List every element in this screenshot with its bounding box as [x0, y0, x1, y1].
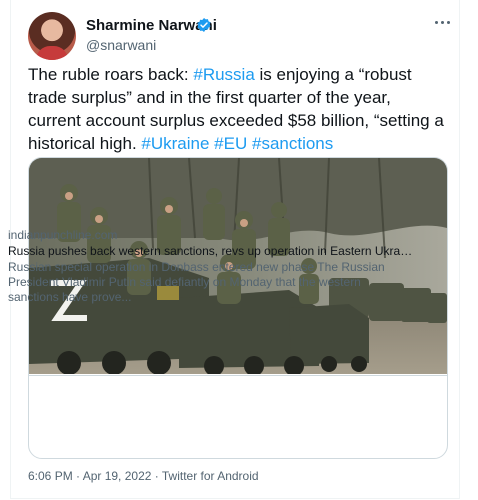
- hashtag-link[interactable]: #Ukraine: [141, 134, 209, 153]
- card-description[interactable]: Russian special operation in Donbass ent…: [8, 260, 413, 305]
- tweet-text: The ruble roars back: #Russia is enjoyin…: [28, 63, 448, 155]
- more-dots-icon[interactable]: [431, 16, 453, 28]
- link-card[interactable]: [28, 157, 448, 459]
- card-title[interactable]: Russia pushes back western sanctions, re…: [8, 244, 413, 258]
- card-meta: [29, 375, 447, 458]
- avatar-shirt: [36, 46, 68, 60]
- avatar[interactable]: [28, 12, 76, 60]
- tweet-text-segment: The ruble roars back:: [28, 65, 194, 84]
- hashtag-link[interactable]: #EU: [214, 134, 247, 153]
- card-domain[interactable]: indianpunchline.com: [8, 228, 117, 242]
- hashtag-link[interactable]: #Russia: [193, 65, 254, 84]
- author-handle[interactable]: @snarwani: [86, 37, 156, 53]
- verified-badge-icon: [197, 18, 211, 32]
- hashtag-link[interactable]: #sanctions: [252, 134, 333, 153]
- tweet-timestamp[interactable]: 6:06 PM · Apr 19, 2022 · Twitter for And…: [28, 469, 259, 483]
